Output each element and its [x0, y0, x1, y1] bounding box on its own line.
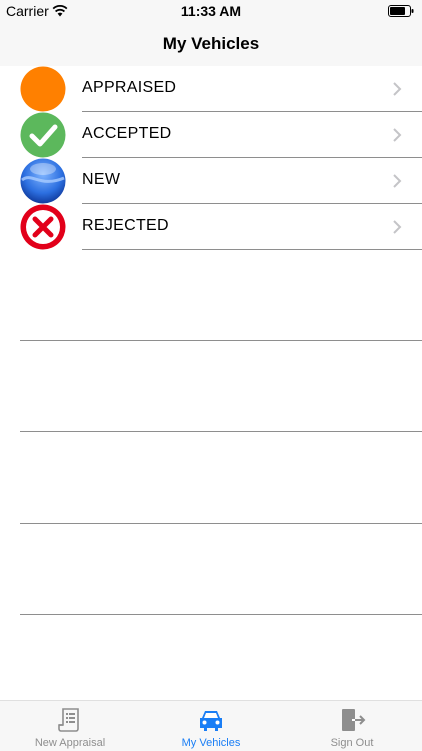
empty-row-separator	[20, 340, 422, 341]
red-x-icon	[20, 204, 66, 250]
vehicle-status-list: APPRAISED ACCEPTED NEW REJECTED	[0, 66, 422, 700]
status-time: 11:33 AM	[180, 3, 242, 19]
tab-new-appraisal[interactable]: New Appraisal	[0, 701, 140, 751]
document-icon	[58, 708, 79, 732]
empty-row-separator	[20, 614, 422, 615]
tab-sign-out[interactable]: Sign Out	[282, 701, 422, 751]
chevron-right-icon	[393, 82, 402, 96]
chevron-right-icon	[393, 128, 402, 142]
sign-out-icon	[342, 709, 366, 731]
status-bar: Carrier 11:33 AM	[0, 0, 422, 22]
tab-label: My Vehicles	[181, 737, 241, 749]
tab-label: Sign Out	[330, 737, 374, 749]
list-item-accepted[interactable]: ACCEPTED	[0, 112, 422, 158]
row-separator	[82, 249, 422, 250]
list-item-new[interactable]: NEW	[0, 158, 422, 204]
nav-bar: My Vehicles	[0, 22, 422, 66]
list-item-label: REJECTED	[82, 217, 169, 234]
list-item-appraised[interactable]: APPRAISED	[0, 66, 422, 112]
chevron-right-icon	[393, 174, 402, 188]
empty-row-separator	[20, 431, 422, 432]
orange-circle-icon	[20, 66, 66, 112]
tab-label: New Appraisal	[34, 737, 106, 749]
list-item-label: ACCEPTED	[82, 125, 172, 142]
chevron-right-icon	[393, 220, 402, 234]
empty-row-separator	[20, 523, 422, 524]
list-item-label: APPRAISED	[82, 79, 177, 96]
tab-bar: New Appraisal My Vehicles Sign Out	[0, 700, 422, 751]
list-item-label: NEW	[82, 171, 121, 188]
blue-orb-icon	[20, 158, 66, 204]
car-icon	[200, 711, 222, 731]
list-item-rejected[interactable]: REJECTED	[0, 204, 422, 250]
battery-icon	[388, 5, 414, 17]
page-title: My Vehicles	[162, 34, 260, 53]
tab-my-vehicles[interactable]: My Vehicles	[141, 701, 281, 751]
green-check-icon	[20, 112, 66, 158]
